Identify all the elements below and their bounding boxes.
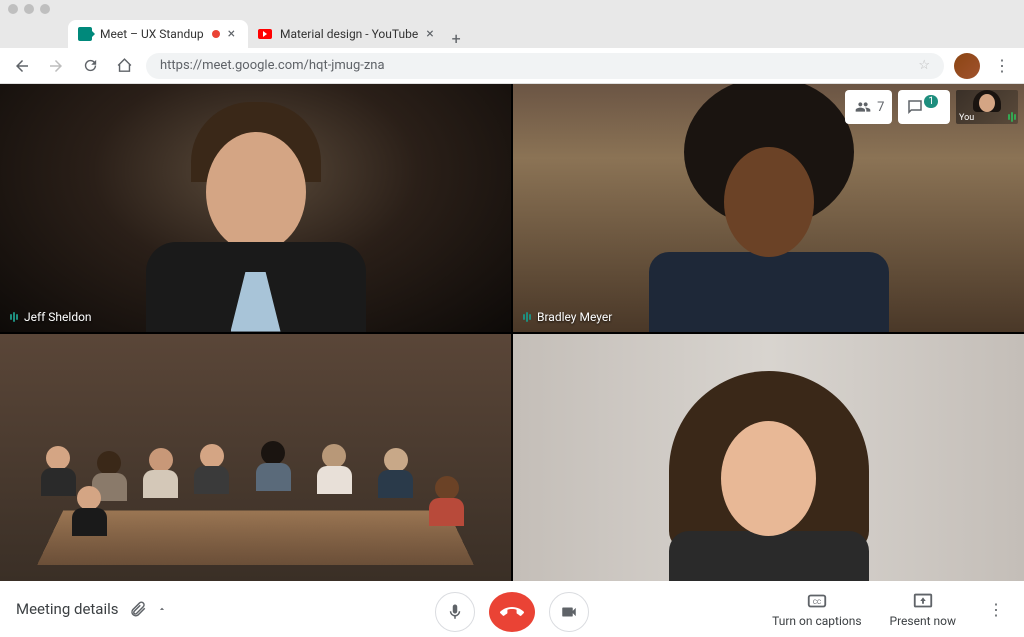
browser-menu-button[interactable]: ⋮ bbox=[990, 56, 1014, 75]
participant-name: Jeff Sheldon bbox=[24, 310, 92, 324]
chat-button[interactable]: 1 bbox=[898, 90, 950, 124]
attachment-icon bbox=[129, 600, 147, 618]
back-button[interactable] bbox=[10, 54, 34, 78]
svg-text:CC: CC bbox=[813, 598, 821, 606]
participant-tile[interactable] bbox=[0, 334, 511, 582]
participant-name: Bradley Meyer bbox=[537, 310, 612, 324]
present-label: Present now bbox=[890, 614, 956, 628]
home-button[interactable] bbox=[112, 54, 136, 78]
tab-bar: Meet – UX Standup × Material design - Yo… bbox=[0, 18, 1024, 48]
address-bar: https://meet.google.com/hqt-jmug-zna ☆ ⋮ bbox=[0, 48, 1024, 84]
camera-icon bbox=[560, 603, 578, 621]
close-tab-button[interactable]: × bbox=[426, 26, 433, 42]
participant-label: Jeff Sheldon bbox=[10, 310, 92, 324]
url-text: https://meet.google.com/hqt-jmug-zna bbox=[160, 58, 385, 73]
self-speaking-icon bbox=[1008, 112, 1016, 122]
speaking-indicator-icon bbox=[523, 312, 531, 322]
captions-icon: CC bbox=[806, 590, 828, 612]
participants-button[interactable]: 7 bbox=[845, 90, 892, 124]
participant-tile[interactable]: Jeff Sheldon bbox=[0, 84, 511, 332]
chevron-up-icon bbox=[157, 604, 167, 614]
meeting-details-button[interactable]: Meeting details bbox=[16, 600, 167, 618]
participant-count: 7 bbox=[877, 100, 884, 115]
more-options-button[interactable]: ⋮ bbox=[984, 600, 1008, 619]
chat-icon bbox=[906, 98, 924, 116]
call-controls bbox=[435, 592, 589, 632]
toggle-camera-button[interactable] bbox=[549, 592, 589, 632]
minimize-window-button[interactable] bbox=[24, 4, 34, 14]
present-button[interactable]: Present now bbox=[890, 590, 956, 628]
tab-meet[interactable]: Meet – UX Standup × bbox=[68, 20, 248, 48]
recording-indicator-icon bbox=[212, 30, 220, 38]
self-label: You bbox=[959, 113, 974, 123]
url-input[interactable]: https://meet.google.com/hqt-jmug-zna ☆ bbox=[146, 53, 944, 79]
speaking-indicator-icon bbox=[10, 312, 18, 322]
hangup-button[interactable] bbox=[489, 592, 535, 632]
new-tab-button[interactable]: + bbox=[444, 29, 469, 48]
youtube-favicon-icon bbox=[258, 27, 272, 41]
meet-favicon-icon bbox=[78, 27, 92, 41]
window-controls bbox=[0, 0, 1024, 18]
meeting-top-controls: 7 1 You bbox=[845, 90, 1018, 124]
tab-youtube[interactable]: Material design - YouTube × bbox=[248, 20, 444, 48]
self-view-thumbnail[interactable]: You bbox=[956, 90, 1018, 124]
bookmark-star-icon[interactable]: ☆ bbox=[918, 58, 930, 73]
microphone-icon bbox=[446, 603, 464, 621]
captions-button[interactable]: CC Turn on captions bbox=[772, 590, 861, 628]
mute-mic-button[interactable] bbox=[435, 592, 475, 632]
meeting-details-label: Meeting details bbox=[16, 600, 119, 618]
participant-tile[interactable] bbox=[513, 334, 1024, 582]
hangup-icon bbox=[500, 600, 524, 624]
close-window-button[interactable] bbox=[8, 4, 18, 14]
reload-button[interactable] bbox=[78, 54, 102, 78]
captions-label: Turn on captions bbox=[772, 614, 861, 628]
video-grid: Jeff Sheldon Bradley Meyer bbox=[0, 84, 1024, 581]
maximize-window-button[interactable] bbox=[40, 4, 50, 14]
meeting-bottom-bar: Meeting details CC Turn on captions Pres… bbox=[0, 581, 1024, 637]
participant-label: Bradley Meyer bbox=[523, 310, 612, 324]
close-tab-button[interactable]: × bbox=[228, 26, 235, 42]
chat-badge: 1 bbox=[924, 95, 938, 108]
tab-title: Material design - YouTube bbox=[280, 27, 418, 41]
people-icon bbox=[853, 99, 873, 115]
tab-title: Meet – UX Standup bbox=[100, 27, 204, 41]
profile-avatar[interactable] bbox=[954, 53, 980, 79]
right-actions: CC Turn on captions Present now ⋮ bbox=[772, 590, 1008, 628]
present-icon bbox=[912, 590, 934, 612]
forward-button[interactable] bbox=[44, 54, 68, 78]
